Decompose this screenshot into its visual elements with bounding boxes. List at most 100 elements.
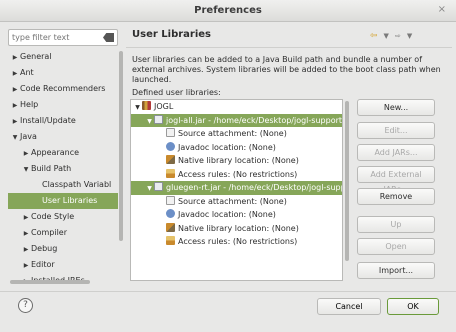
tree-row[interactable]: ▼ jogl-all.jar - /home/eck/Desktop/jogl-s…	[131, 113, 343, 129]
jar-icon	[154, 114, 163, 124]
expand-right-icon[interactable]: ▶	[10, 82, 20, 98]
expand-right-icon[interactable]: ▶	[21, 242, 31, 258]
access-icon	[166, 168, 175, 178]
tree-row-label: Javadoc location: (None)	[178, 210, 276, 219]
nav-item-label: Java	[20, 132, 37, 141]
back-icon[interactable]: ⇦	[370, 31, 378, 41]
tree-row[interactable]: Access rules: (No restrictions)	[131, 235, 342, 249]
nav-item[interactable]: ▶ Code Recommenders	[8, 81, 118, 97]
add-jars-button[interactable]: Add JARs...	[357, 144, 435, 161]
help-icon[interactable]: ?	[18, 298, 33, 313]
nav-item[interactable]: ▶ Debug	[8, 241, 118, 257]
nav-item[interactable]: ▶ Compiler	[8, 225, 118, 241]
expand-down-icon[interactable]: ▼	[145, 182, 154, 196]
tree-row[interactable]: Native library location: (None)	[131, 154, 342, 168]
page-title: User Libraries	[132, 29, 211, 40]
expand-down-icon[interactable]: ▼	[145, 115, 154, 129]
tree-row-label: Source attachment: (None)	[178, 129, 287, 138]
user-libraries-tree: ▼ JOGL ▼ jogl-all.jar - /home/eck/Desktop/j…	[130, 99, 343, 281]
javadoc-icon	[166, 209, 175, 218]
nav-item[interactable]: Classpath Variabl	[8, 177, 118, 193]
access-icon	[166, 236, 175, 245]
cancel-button[interactable]: Cancel	[317, 298, 381, 315]
nav-item[interactable]: ▶ Install/Update	[8, 113, 118, 129]
nav-item-label: General	[20, 52, 52, 61]
expand-right-icon[interactable]: ▶	[21, 258, 31, 274]
footer-divider	[0, 291, 456, 292]
close-icon[interactable]: ×	[438, 4, 446, 15]
expand-right-icon[interactable]: ▶	[21, 226, 31, 242]
nav-item[interactable]: ▶ Editor	[8, 257, 118, 273]
tree-row-label: Native library location: (None)	[178, 223, 299, 233]
nav-item[interactable]: ▶ Ant	[8, 65, 118, 81]
nav-item[interactable]: ▶ Help	[8, 97, 118, 113]
native-icon	[166, 222, 175, 232]
up-button[interactable]: Up	[357, 216, 435, 233]
page-description: User libraries can be added to a Java Bu…	[132, 55, 441, 84]
javadoc-icon	[166, 141, 175, 151]
tree-row-label: jogl-all.jar - /home/eck/Desktop/jogl-su…	[166, 115, 343, 125]
nav-horizontal-scrollbar[interactable]	[8, 280, 118, 285]
open-button[interactable]: Open	[357, 238, 435, 255]
expand-right-icon[interactable]: ▶	[10, 50, 20, 66]
lib-icon	[142, 101, 151, 110]
expand-down-icon[interactable]: ▼	[10, 130, 20, 146]
nav-item[interactable]: ▼ Build Path	[8, 161, 118, 177]
tree-row[interactable]: Source attachment: (None)	[131, 127, 342, 141]
nav-item-label: Ant	[20, 68, 34, 77]
tree-row-label: Source attachment: (None)	[178, 196, 287, 206]
tree-row[interactable]: Javadoc location: (None)	[131, 208, 342, 222]
title-bar: Preferences ×	[0, 0, 456, 22]
forward-icon[interactable]: ⇨	[395, 32, 401, 40]
src-icon	[166, 195, 175, 205]
nav-item-label: Install/Update	[20, 116, 76, 125]
forward-menu-icon[interactable]: ▼	[407, 32, 412, 40]
filter-input[interactable]	[9, 30, 99, 45]
tree-row[interactable]: Native library location: (None)	[131, 222, 342, 236]
import-button[interactable]: Import...	[357, 262, 435, 279]
tree-row[interactable]: ▼ JOGL	[131, 100, 342, 114]
add-external-jars-button[interactable]: Add External JARs...	[357, 166, 435, 194]
tree-vertical-scrollbar[interactable]	[344, 99, 350, 281]
expand-down-icon[interactable]: ▼	[21, 162, 31, 178]
nav-item-label: Help	[20, 100, 39, 109]
back-menu-icon[interactable]: ▼	[384, 32, 389, 40]
expand-right-icon[interactable]: ▶	[21, 146, 31, 162]
nav-item[interactable]: ▶ General	[8, 49, 118, 65]
nav-item[interactable]: ▼ Java	[8, 129, 118, 145]
tree-row-label: Javadoc location: (None)	[178, 142, 276, 152]
nav-item-label: Classpath Variabl	[42, 180, 112, 189]
src-icon	[166, 128, 175, 137]
tree-row[interactable]: Access rules: (No restrictions)	[131, 168, 342, 182]
tree-row[interactable]: Javadoc location: (None)	[131, 141, 342, 155]
expand-right-icon[interactable]: ▶	[10, 66, 20, 82]
expand-right-icon[interactable]: ▶	[21, 210, 31, 226]
new-button[interactable]: New...	[357, 99, 435, 116]
clear-filter-icon[interactable]	[103, 33, 114, 42]
expand-right-icon[interactable]: ▶	[10, 114, 20, 130]
expand-right-icon[interactable]: ▶	[10, 98, 20, 114]
nav-item-label: Code Style	[31, 212, 75, 221]
preferences-tree: ▶ General ▶ Ant ▶ Code Recommenders ▶ Help ▶ Inst…	[8, 49, 118, 281]
header-divider	[126, 47, 452, 48]
filter-field[interactable]	[8, 29, 118, 46]
ok-button[interactable]: OK	[387, 298, 439, 315]
history-controls: ⇦ ▼ ⇨ ▼	[370, 31, 412, 41]
nav-item-label: User Libraries	[42, 196, 98, 205]
tree-row-label: Access rules: (No restrictions)	[178, 169, 298, 179]
remove-button[interactable]: Remove	[357, 188, 435, 205]
tree-row-label: gluegen-rt.jar - /home/eck/Desktop/jogl-…	[166, 183, 343, 192]
nav-vertical-scrollbar[interactable]	[118, 49, 124, 281]
nav-item[interactable]: ▶ Appearance	[8, 145, 118, 161]
expand-down-icon[interactable]: ▼	[133, 101, 142, 115]
edit-button[interactable]: Edit...	[357, 122, 435, 139]
nav-item-label: Debug	[31, 244, 58, 253]
tree-row[interactable]: Source attachment: (None)	[131, 195, 342, 209]
defined-libraries-label: Defined user libraries:	[132, 88, 221, 97]
native-icon	[166, 155, 175, 164]
tree-row-label: Native library location: (None)	[178, 156, 299, 165]
tree-row[interactable]: ▼ gluegen-rt.jar - /home/eck/Desktop/jogl…	[131, 181, 342, 195]
nav-item[interactable]: ▶ Code Style	[8, 209, 118, 225]
nav-item-label: Compiler	[31, 228, 68, 237]
nav-item[interactable]: User Libraries	[8, 193, 118, 209]
